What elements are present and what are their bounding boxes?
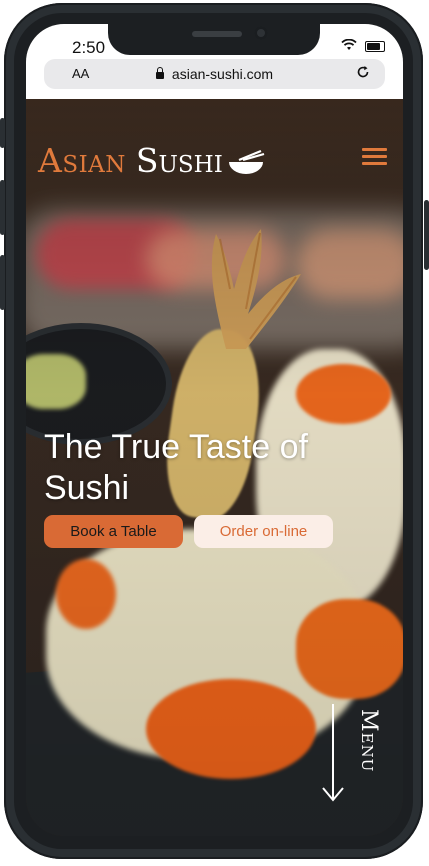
side-button-volume-down (0, 255, 5, 310)
speaker-grille (192, 31, 242, 37)
side-button-power (424, 200, 429, 270)
status-icons (341, 38, 385, 54)
battery-icon (365, 40, 385, 52)
book-table-button[interactable]: Book a Table (44, 515, 183, 548)
brand-word-asian: Asian (38, 141, 126, 180)
menu-vertical-link[interactable]: Menu (356, 709, 381, 772)
hero-headline: The True Taste of Sushi (44, 428, 308, 507)
brand-logo[interactable]: Asian Sushi (38, 141, 265, 180)
arrow-down-icon[interactable] (322, 704, 344, 804)
side-button-mute (0, 118, 5, 148)
brand-word-sushi: Sushi (135, 141, 223, 180)
browser-top-bar: 2:50 AA asian-sushi.com (26, 24, 403, 99)
front-camera (254, 26, 268, 40)
wifi-icon (341, 38, 357, 54)
hero-section: Asian Sushi The True Taste of Sushi Book… (26, 99, 403, 836)
address-bar[interactable]: AA asian-sushi.com (44, 59, 385, 89)
reload-icon[interactable] (355, 64, 371, 84)
url-field[interactable]: asian-sushi.com (44, 66, 385, 82)
notch (108, 24, 320, 55)
lock-icon (155, 67, 164, 79)
side-button-volume-up (0, 180, 5, 235)
hamburger-menu-icon[interactable] (362, 148, 387, 165)
bowl-chopsticks-icon (228, 149, 265, 174)
status-time: 2:50 (72, 38, 106, 57)
order-online-button[interactable]: Order on-line (194, 515, 333, 548)
url-text: asian-sushi.com (171, 66, 274, 82)
screen: 2:50 AA asian-sushi.com Asian Sushi The … (26, 24, 403, 836)
